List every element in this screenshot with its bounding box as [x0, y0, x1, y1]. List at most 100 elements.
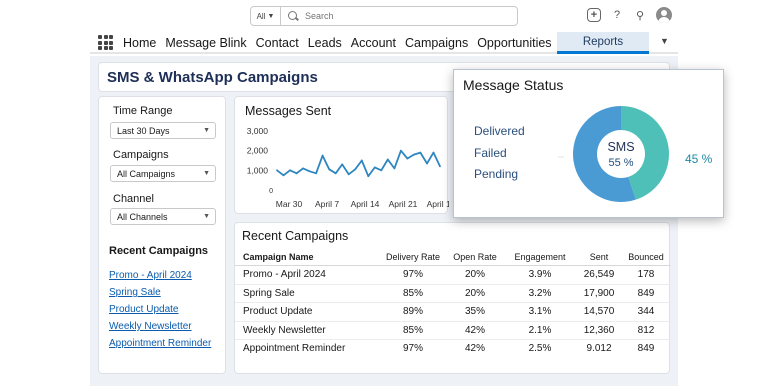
messages-sent-card: Messages Sent 3,000 2,000 1,000 0 Mar 30 Apr… — [234, 96, 449, 214]
table-row[interactable]: Weekly Newsletter 85% 42% 2.1% 12,360 81… — [235, 322, 671, 340]
table-row[interactable]: Appointment Reminder 97% 42% 2.5% 9.012 … — [235, 340, 671, 359]
table-header-row: Campaign Name Delivery Rate Open Rate En… — [235, 249, 671, 266]
line-point — [321, 154, 324, 157]
x-tick-label: Mar 30 — [276, 199, 303, 209]
time-range-select[interactable]: Last 30 Days ▼ — [110, 122, 216, 139]
table-row[interactable]: Spring Sale 85% 20% 3.2% 17,900 849 — [235, 285, 671, 303]
campaigns-value: All Campaigns — [117, 168, 176, 179]
engagement-cell: 3.1% — [528, 306, 552, 317]
engagement-cell: 2.5% — [528, 343, 552, 354]
y-tick-label: 2,000 — [247, 146, 269, 156]
avatar[interactable] — [656, 7, 672, 23]
campaign-name-cell: Spring Sale — [243, 287, 295, 299]
messages-sent-series-line — [276, 149, 441, 178]
nav-item-reports[interactable]: Reports — [557, 32, 649, 54]
campaigns-select[interactable]: All Campaigns ▼ — [110, 165, 216, 182]
recent-campaigns-card: Recent Campaigns Campaign Name Delivery … — [234, 222, 671, 374]
time-range-label: Time Range — [113, 105, 173, 117]
nav-item-message-blink[interactable]: Message Blink — [165, 36, 246, 50]
line-point — [276, 169, 278, 172]
setup-icon[interactable]: ⚲ — [633, 8, 647, 22]
delivery-rate-cell: 85% — [402, 287, 423, 299]
line-point — [413, 153, 415, 156]
nav-item-home[interactable]: Home — [123, 36, 156, 50]
campaign-name-cell: Product Update — [243, 306, 313, 317]
recent-campaign-link[interactable]: Product Update — [109, 304, 179, 315]
app-launcher-icon[interactable] — [98, 35, 113, 50]
campaign-name-cell: Promo - April 2024 — [243, 269, 326, 280]
x-tick-label: April 7 — [315, 199, 339, 209]
line-point — [439, 165, 441, 168]
engagement-cell: 3.2% — [528, 287, 552, 299]
line-point — [289, 169, 291, 172]
line-point — [373, 166, 376, 169]
y-tick-label: 0 — [269, 188, 273, 195]
nav-item-leads[interactable]: Leads — [308, 36, 342, 50]
sent-cell: 14,570 — [583, 306, 615, 317]
recent-campaign-link[interactable]: Appointment Reminder — [109, 338, 211, 349]
open-rate-cell: 20% — [464, 269, 485, 280]
chevron-down-icon: ▼ — [203, 170, 210, 177]
line-point — [360, 159, 363, 162]
nav-item-opportunities[interactable]: Opportunities — [477, 36, 551, 50]
chevron-down-icon: ▼ — [203, 127, 210, 134]
sent-cell: 17,900 — [583, 287, 615, 299]
x-tick-label: April 19 — [427, 199, 449, 209]
delivery-rate-cell: 97% — [402, 269, 423, 280]
column-header[interactable]: Campaign Name — [243, 252, 314, 262]
line-point — [406, 157, 409, 160]
global-header: All ▼ + ? ⚲ — [90, 0, 678, 32]
delivery-rate-cell: 85% — [402, 324, 423, 336]
nav-item-campaigns[interactable]: Campaigns — [405, 36, 468, 50]
table-row[interactable]: Product Update 89% 35% 3.1% 14,570 344 — [235, 303, 671, 322]
recent-campaign-link[interactable]: Spring Sale — [109, 287, 161, 298]
add-icon[interactable]: + — [587, 8, 601, 22]
search-scope-label: All — [256, 11, 266, 21]
line-point — [367, 175, 370, 178]
bounced-cell: 849 — [637, 343, 655, 354]
line-point — [354, 168, 357, 171]
line-point — [308, 170, 311, 173]
message-status-card: Message Status Delivered Failed Pending … — [453, 69, 724, 218]
recent-campaign-link[interactable]: Weekly Newsletter — [109, 321, 192, 332]
recent-campaigns-table: Campaign Name Delivery Rate Open Rate En… — [235, 249, 671, 359]
line-point — [334, 172, 337, 175]
sent-cell: 26,549 — [583, 269, 615, 280]
filter-panel: Time Range Last 30 Days ▼ Campaigns All … — [98, 96, 226, 374]
recent-campaigns-heading: Recent Campaigns — [109, 245, 209, 257]
delivery-rate-cell: 97% — [402, 343, 423, 354]
column-header[interactable]: Sent — [573, 252, 625, 262]
nav-item-contact[interactable]: Contact — [256, 36, 299, 50]
nav-item-account[interactable]: Account — [351, 36, 396, 50]
line-point — [400, 149, 402, 152]
channel-select[interactable]: All Channels ▼ — [110, 208, 216, 225]
line-point — [302, 167, 304, 170]
table-row[interactable]: Promo - April 2024 97% 20% 3.9% 26,549 1… — [235, 266, 671, 285]
app-nav-bar: Home Message Blink Contact Leads Account… — [90, 32, 678, 54]
sent-cell: 12,360 — [583, 324, 615, 336]
nav-more-chevron-icon[interactable]: ▼ — [660, 36, 669, 46]
column-header[interactable]: Bounced — [623, 252, 669, 262]
recent-campaigns-table-title: Recent Campaigns — [242, 229, 349, 243]
bounced-cell: 178 — [637, 269, 655, 280]
search-input[interactable] — [305, 11, 505, 21]
x-tick-label: April 21 — [389, 199, 418, 209]
column-header[interactable]: Open Rate — [449, 252, 501, 262]
messages-sent-chart: 3,000 2,000 1,000 0 Mar 30 April 7 April 14 Ap… — [247, 126, 449, 209]
open-rate-cell: 42% — [464, 343, 485, 354]
column-header[interactable]: Delivery Rate — [385, 252, 441, 262]
y-tick-label: 1,000 — [247, 165, 269, 175]
search-scope-select[interactable]: All ▼ — [251, 7, 281, 25]
line-point — [386, 158, 389, 161]
line-point — [282, 174, 285, 177]
campaign-name-cell: Appointment Reminder — [243, 343, 346, 354]
engagement-cell: 3.9% — [528, 269, 552, 280]
column-header[interactable]: Engagement — [509, 252, 571, 262]
recent-campaign-link[interactable]: Promo - April 2024 — [109, 270, 192, 281]
chevron-down-icon: ▼ — [267, 12, 275, 20]
global-search[interactable]: All ▼ — [250, 6, 518, 26]
x-tick-label: April 14 — [351, 199, 380, 209]
line-point — [295, 172, 298, 175]
line-point — [380, 169, 383, 172]
help-icon[interactable]: ? — [610, 8, 624, 22]
